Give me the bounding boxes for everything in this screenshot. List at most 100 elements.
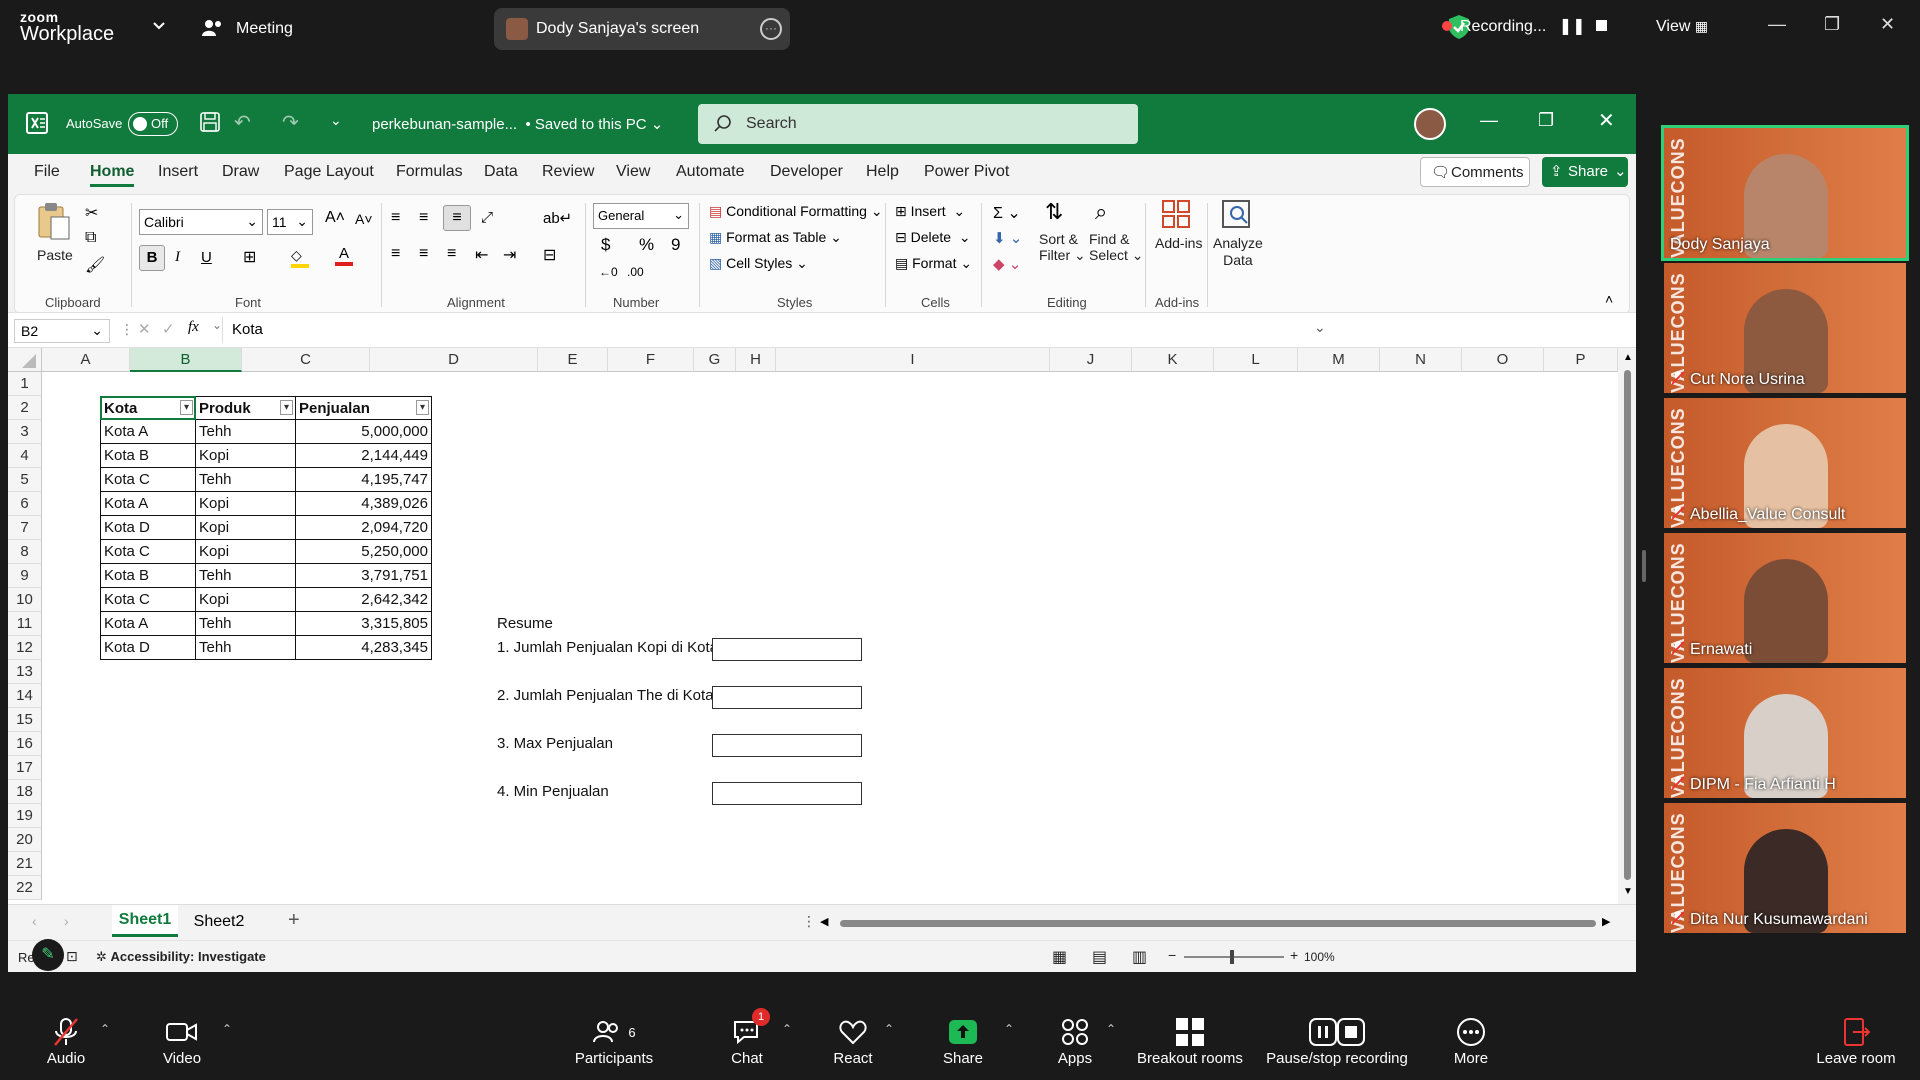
- audio-options-chevron-icon[interactable]: ⌃: [100, 1022, 110, 1036]
- table-cell[interactable]: 3,791,751: [296, 564, 432, 588]
- horizontal-scrollbar[interactable]: ◀ ▶: [816, 915, 1616, 931]
- table-cell[interactable]: 2,642,342: [296, 588, 432, 612]
- fx-chevron-icon[interactable]: ⌄: [212, 318, 222, 332]
- underline-button[interactable]: U: [201, 249, 212, 266]
- column-header-l[interactable]: L: [1214, 348, 1298, 372]
- column-header-h[interactable]: H: [736, 348, 776, 372]
- row-header[interactable]: 8: [8, 540, 42, 564]
- analyze-data-button[interactable]: Analyze Data: [1213, 235, 1263, 269]
- cell-styles-button[interactable]: ▧ Cell Styles ⌄: [709, 255, 808, 272]
- decrease-indent-icon[interactable]: ⇤: [475, 245, 488, 265]
- share-button[interactable]: ⇪ Share ⌄: [1542, 157, 1628, 187]
- more-button[interactable]: More: [1448, 1014, 1494, 1067]
- table-cell[interactable]: Kota D: [100, 636, 196, 660]
- align-bottom-icon[interactable]: ≡: [443, 205, 471, 231]
- menu-automate[interactable]: Automate: [676, 163, 744, 181]
- table-cell[interactable]: Tehh: [196, 636, 296, 660]
- excel-restore-icon[interactable]: ❐: [1538, 110, 1554, 131]
- zoom-level[interactable]: 100%: [1304, 950, 1335, 964]
- table-cell[interactable]: Kota C: [100, 468, 196, 492]
- find-select-button[interactable]: Find & Select ⌄: [1089, 231, 1144, 263]
- share-options-chevron-icon[interactable]: ⌃: [1004, 1022, 1014, 1036]
- row-header[interactable]: 18: [8, 780, 42, 804]
- page-layout-view-icon[interactable]: ▤: [1092, 947, 1107, 967]
- panel-resize-handle[interactable]: [1642, 550, 1646, 582]
- scroll-up-icon[interactable]: ▲: [1623, 352, 1633, 363]
- format-cells-button[interactable]: ▤ Format ⌄: [895, 255, 972, 272]
- column-header-b[interactable]: B: [130, 348, 242, 372]
- table-cell[interactable]: 4,195,747: [296, 468, 432, 492]
- participant-tile[interactable]: VALUECONS Cut Nora Usrina: [1664, 263, 1906, 393]
- paste-label[interactable]: Paste: [37, 247, 73, 263]
- align-right-icon[interactable]: ≡: [447, 245, 456, 263]
- menu-review[interactable]: Review: [542, 163, 594, 181]
- row-header[interactable]: 22: [8, 876, 42, 900]
- orientation-icon[interactable]: ⤢: [481, 209, 493, 226]
- table-cell[interactable]: Kota B: [100, 444, 196, 468]
- font-size-select[interactable]: 11 ⌄: [267, 209, 313, 235]
- add-sheet-icon[interactable]: +: [288, 909, 300, 932]
- row-header[interactable]: 19: [8, 804, 42, 828]
- decrease-font-icon[interactable]: A˅: [355, 211, 373, 227]
- clear-icon[interactable]: ◆ ⌄: [993, 255, 1021, 273]
- file-name[interactable]: perkebunan-sample... • Saved to this PC …: [372, 115, 663, 133]
- column-header-e[interactable]: E: [538, 348, 608, 372]
- comma-style-icon[interactable]: 9: [671, 235, 680, 255]
- save-icon[interactable]: [200, 112, 220, 137]
- menu-home[interactable]: Home: [90, 163, 135, 187]
- column-header-i[interactable]: I: [776, 348, 1050, 372]
- apps-button[interactable]: Apps: [1050, 1014, 1100, 1067]
- table-cell[interactable]: Kota B: [100, 564, 196, 588]
- formula-input[interactable]: Kota: [232, 321, 263, 338]
- formula-options-icon[interactable]: ⋮: [120, 321, 134, 338]
- delete-cells-button[interactable]: ⊟ Delete ⌄: [895, 229, 971, 246]
- menu-view[interactable]: View: [616, 163, 650, 181]
- merge-center-icon[interactable]: ⊟: [543, 245, 556, 265]
- font-name-select[interactable]: Calibri ⌄: [139, 209, 263, 235]
- select-all-corner[interactable]: [8, 348, 42, 372]
- cut-icon[interactable]: ✂: [85, 203, 98, 223]
- table-cell[interactable]: Kota C: [100, 588, 196, 612]
- filter-dropdown-icon[interactable]: ▾: [416, 400, 429, 415]
- more-options-icon[interactable]: ···: [760, 18, 782, 40]
- column-header-n[interactable]: N: [1380, 348, 1462, 372]
- chat-button[interactable]: 1 Chat: [722, 1008, 772, 1067]
- breakout-rooms-button[interactable]: Breakout rooms: [1134, 1014, 1246, 1067]
- menu-page-layout[interactable]: Page Layout: [284, 163, 374, 181]
- participant-tile[interactable]: VALUECONS Dody Sanjaya: [1661, 125, 1909, 261]
- row-header[interactable]: 3: [8, 420, 42, 444]
- video-button[interactable]: Video: [158, 1014, 206, 1067]
- meeting-label[interactable]: Meeting: [236, 20, 293, 38]
- addins-label[interactable]: Add-ins: [1155, 235, 1202, 251]
- font-color-icon[interactable]: A: [335, 245, 353, 269]
- accessibility-button[interactable]: ✲ Accessibility: Investigate: [96, 949, 266, 965]
- menu-draw[interactable]: Draw: [222, 163, 259, 181]
- insert-function-icon[interactable]: fx: [188, 319, 199, 336]
- minimize-window-icon[interactable]: —: [1768, 14, 1786, 35]
- table-cell[interactable]: Tehh: [196, 468, 296, 492]
- participant-tile[interactable]: VALUECONS Abellia_Value Consult: [1664, 398, 1906, 528]
- column-header-a[interactable]: A: [42, 348, 130, 372]
- autosave-toggle[interactable]: Off: [128, 112, 178, 136]
- fill-color-icon[interactable]: ◇: [291, 247, 309, 269]
- view-button[interactable]: View ▦: [1656, 18, 1708, 36]
- table-cell[interactable]: Kota A: [100, 612, 196, 636]
- column-header-o[interactable]: O: [1462, 348, 1544, 372]
- row-header[interactable]: 10: [8, 588, 42, 612]
- column-header-g[interactable]: G: [694, 348, 736, 372]
- row-header[interactable]: 14: [8, 684, 42, 708]
- table-cell[interactable]: Kota A: [100, 420, 196, 444]
- scroll-left-icon[interactable]: ◀: [820, 915, 828, 928]
- row-header[interactable]: 15: [8, 708, 42, 732]
- column-header-k[interactable]: K: [1132, 348, 1214, 372]
- table-cell[interactable]: Tehh: [196, 564, 296, 588]
- react-options-chevron-icon[interactable]: ⌃: [884, 1022, 894, 1036]
- sheet-tab-1[interactable]: Sheet1: [112, 905, 178, 937]
- participants-button[interactable]: 6 Participants: [566, 1014, 662, 1067]
- excel-close-icon[interactable]: ✕: [1598, 108, 1615, 133]
- row-header[interactable]: 4: [8, 444, 42, 468]
- find-select-icon[interactable]: ⌕: [1095, 199, 1107, 225]
- increase-font-icon[interactable]: A˄: [325, 209, 345, 227]
- excel-minimize-icon[interactable]: —: [1480, 110, 1498, 131]
- undo-icon[interactable]: ↶: [234, 110, 251, 135]
